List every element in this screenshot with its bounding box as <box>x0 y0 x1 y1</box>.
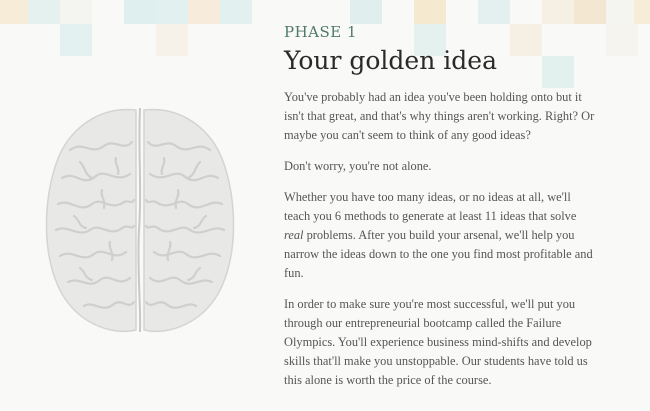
reassurance-paragraph: Don't worry, you're not alone. <box>284 159 432 173</box>
mosaic-tile <box>350 0 382 24</box>
mosaic-tile <box>606 0 634 24</box>
mosaic-tile <box>156 0 188 24</box>
mosaic-tile <box>414 0 446 24</box>
methods-text-after: problems. After you build your arsenal, … <box>284 228 593 280</box>
brain-illustration <box>45 107 235 333</box>
phase-content: PHASE 1 Your golden idea You've probably… <box>284 22 598 402</box>
mosaic-tile <box>634 0 650 24</box>
mosaic-tile <box>220 0 252 24</box>
mosaic-tile <box>60 24 92 56</box>
mosaic-tile <box>60 0 92 24</box>
mosaic-tile <box>188 0 220 24</box>
mosaic-tile <box>606 24 638 56</box>
methods-emphasis: real <box>284 228 304 242</box>
mosaic-tile <box>478 0 510 24</box>
methods-paragraph: Whether you have too many ideas, or no i… <box>284 188 598 283</box>
phase-label: PHASE 1 <box>284 23 358 41</box>
mosaic-tile <box>0 0 28 24</box>
methods-text-before: Whether you have too many ideas, or no i… <box>284 190 577 223</box>
intro-paragraph: You've probably had an idea you've been … <box>284 90 595 142</box>
mosaic-tile <box>124 0 156 24</box>
mosaic-tile <box>28 0 60 24</box>
mosaic-tile <box>542 0 574 24</box>
bootcamp-paragraph: In order to make sure you're most succes… <box>284 297 592 387</box>
mosaic-tile <box>156 24 188 56</box>
section-title: Your golden idea <box>284 46 497 75</box>
mosaic-tile <box>574 0 606 24</box>
